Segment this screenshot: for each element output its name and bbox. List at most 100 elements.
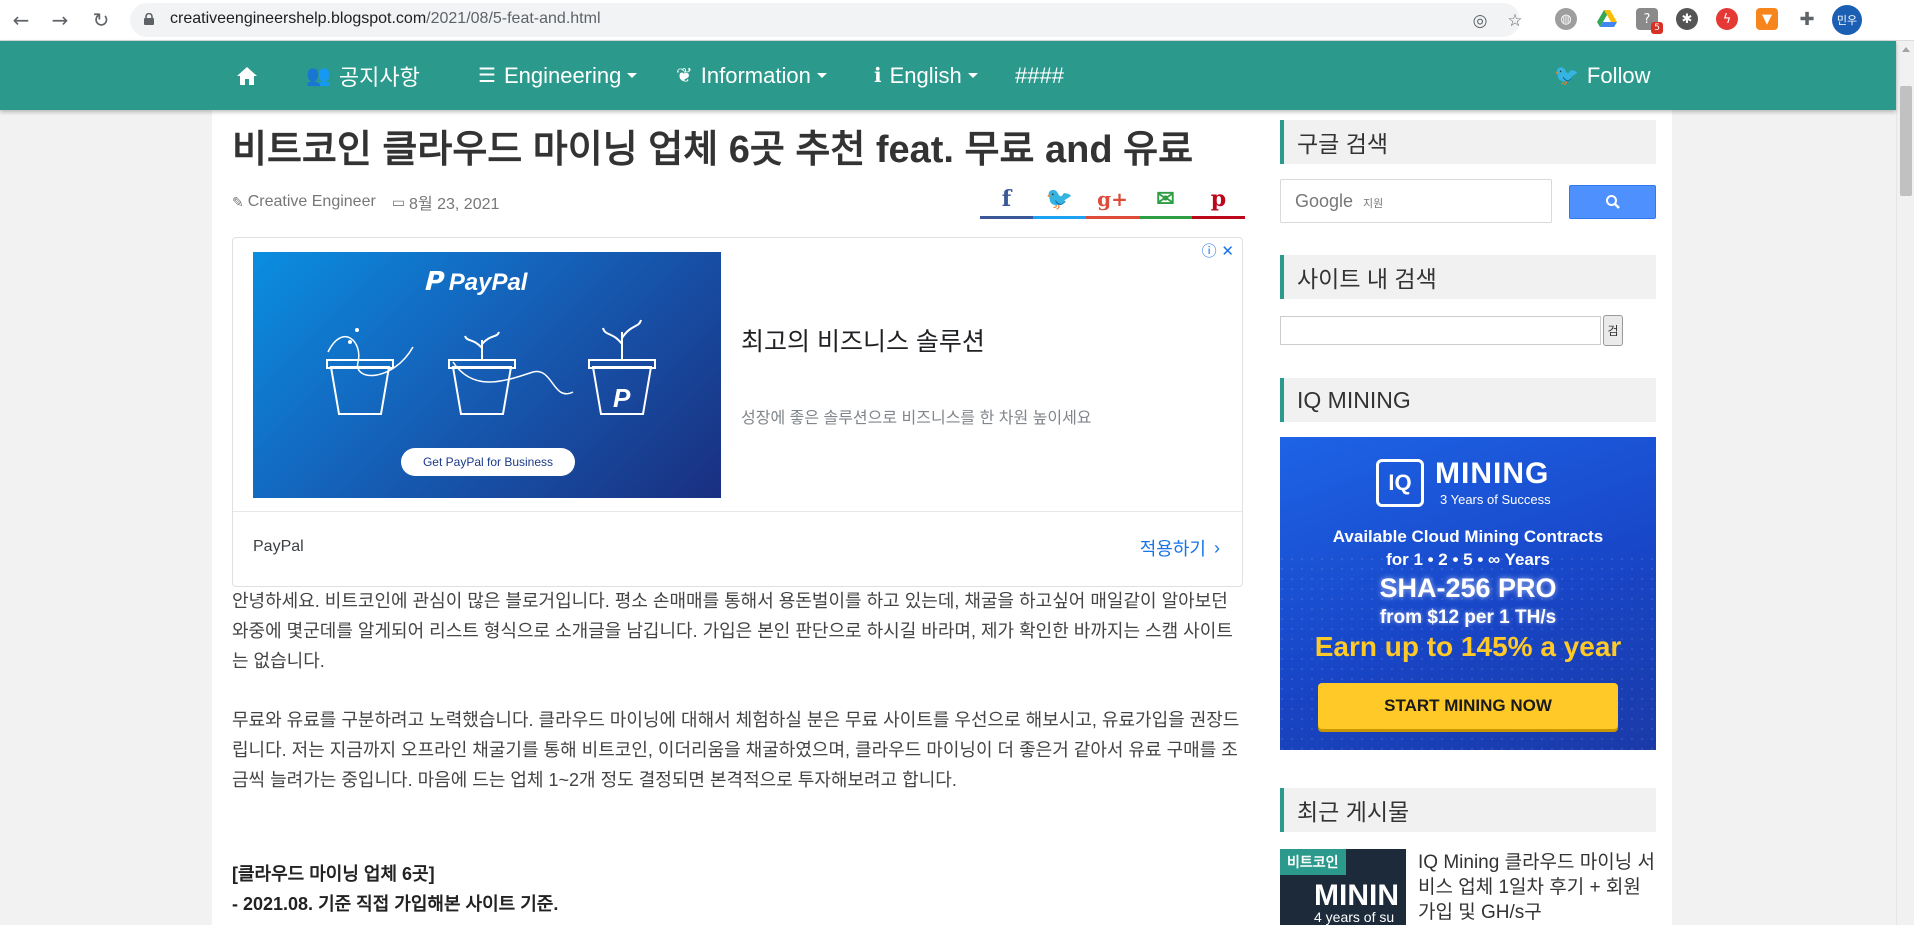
puzzle-extensions-icon[interactable]: ✚ (1796, 8, 1818, 30)
recent-post-tag[interactable]: 비트코인 (1280, 849, 1346, 875)
globe-extension-icon[interactable]: ◍ (1555, 8, 1577, 30)
flash-extension-icon[interactable]: ϟ (1716, 8, 1738, 30)
recent-post-thumbnail[interactable]: MININ 4 years of su 비트코인 (1280, 849, 1406, 925)
google-logo-sub: 지원 (1363, 197, 1384, 210)
reload-icon: ↻ (92, 8, 110, 32)
share-email-button[interactable]: ✉ (1139, 178, 1192, 219)
ad-description[interactable]: 성장에 좋은 솔루션으로 비즈니스를 한 차원 높이세요 (741, 404, 1092, 428)
nav-notice-label: 공지사항 (338, 64, 420, 90)
url-text: creativeengineershelp.blogspot.com/2021/… (170, 10, 601, 27)
iq-contracts-line: Available Cloud Mining Contracts (1332, 527, 1604, 546)
ad-cta-label: 적용하기 (1139, 539, 1206, 559)
google-drive-icon[interactable] (1596, 8, 1618, 30)
post-paragraph-1: 안녕하세요. 비트코인에 관심이 많은 블로거입니다. 평소 손매매를 통해서 … (232, 591, 1233, 671)
chevron-right-icon: › (1214, 537, 1220, 558)
thumb-text: MININ (1314, 879, 1399, 912)
iq-logo: IQ (1376, 459, 1424, 507)
info-icon: ℹ (874, 65, 882, 87)
share-facebook-button[interactable]: f (980, 178, 1033, 219)
star-icon[interactable]: ☆ (1505, 11, 1525, 31)
svg-text:P: P (613, 383, 631, 413)
nav-english-label: English (889, 62, 962, 88)
google-search-input[interactable]: Google 지원 (1280, 179, 1552, 223)
iq-years-line: for 1 • 2 • 5 • ∞ Years (1386, 550, 1550, 569)
users-icon: 👥 (306, 65, 331, 87)
bars-icon: ☰ (478, 65, 496, 87)
nav-engineering-label: Engineering (503, 62, 622, 88)
ad-banner-image[interactable]: 𝗣 PayPal P Get PayPal for Business (253, 252, 721, 498)
share-googleplus-button[interactable]: g+ (1086, 178, 1139, 219)
twitter-icon: 🐦 (1554, 65, 1579, 87)
get-paypal-button[interactable]: Get PayPal for Business (401, 448, 575, 476)
envelope-icon: ✉ (1156, 185, 1175, 212)
recent-post-title[interactable]: IQ Mining 클라우드 마이닝 서비스 업체 1일차 후기 + 회원가입 … (1418, 850, 1658, 925)
nav-english[interactable]: ℹ English (874, 41, 978, 110)
caret-down-icon (967, 73, 978, 78)
widget-title-iq-mining: IQ MINING (1280, 378, 1656, 422)
share-pinterest-button[interactable]: p (1192, 178, 1245, 219)
post-title: 비트코인 클라우드 마이닝 업체 6곳 추천 feat. 무료 and 유료 (232, 129, 1194, 171)
iq-earn-line: Earn up to 145% a year (1314, 631, 1622, 662)
start-mining-button[interactable]: START MINING NOW (1318, 683, 1618, 729)
caret-down-icon (627, 73, 638, 78)
scroll-thumb[interactable] (1900, 86, 1912, 196)
nav-information[interactable]: ❦ Information (676, 41, 827, 110)
arrow-right-icon: → (51, 8, 69, 32)
widget-title-site-search: 사이트 내 검색 (1280, 255, 1656, 299)
extension-badge: 5 (1651, 22, 1663, 34)
nav-hash-label: #### (1015, 62, 1064, 88)
iq-mining-banner[interactable]: IQ MINING 3 Years of Success Available C… (1280, 437, 1656, 750)
thumb-subtext: 4 years of su (1314, 909, 1395, 925)
browser-toolbar: ← → ↻ creativeengineershelp.blogspot.com… (0, 0, 1914, 41)
back-button[interactable]: ← (6, 6, 36, 34)
google-search-button[interactable] (1569, 185, 1656, 219)
nav-notice[interactable]: 👥 공지사항 (306, 41, 420, 110)
search-icon (1605, 195, 1620, 209)
share-twitter-button[interactable]: 🐦 (1033, 178, 1086, 219)
metamask-fox-icon[interactable]: ▼ (1756, 8, 1778, 30)
site-navbar: 👥 공지사항 ☰ Engineering ❦ Information ℹ Eng… (0, 41, 1896, 110)
eye-off-icon[interactable]: ◎ (1470, 11, 1490, 31)
post-paragraph-2: 무료와 유료를 구분하려고 노력했습니다. 클라우드 마이닝에 대해서 체험하실… (232, 710, 1240, 790)
post-date: 8월 23, 2021 (409, 196, 500, 213)
scroll-up-icon[interactable] (1902, 47, 1910, 52)
site-search-input[interactable] (1280, 316, 1601, 345)
post-meta: ✎ Creative Engineer ▭ 8월 23, 2021 (232, 190, 499, 214)
nav-information-label: Information (700, 62, 811, 88)
post-subheading: [클라우드 마이닝 업체 6곳] (232, 864, 435, 884)
google-logo: Google (1295, 191, 1354, 211)
home-icon (237, 66, 257, 85)
widget-title-recent-posts: 최근 게시물 (1280, 788, 1656, 832)
facebook-icon: f (1001, 185, 1012, 212)
pinterest-icon: p (1210, 185, 1227, 212)
google-plus-icon: g+ (1097, 186, 1128, 211)
nav-home[interactable] (236, 41, 258, 110)
ad-choices-icon[interactable]: ⓘ ✕ (1202, 240, 1234, 261)
iq-price-line: from $12 per 1 TH/s (1379, 607, 1557, 628)
site-search-button[interactable]: 검 (1603, 315, 1623, 346)
iq-sha-line: SHA-256 PRO (1379, 573, 1557, 603)
post-author[interactable]: Creative Engineer (248, 193, 376, 211)
arrow-left-icon: ← (12, 8, 30, 32)
forward-button[interactable]: → (45, 6, 75, 34)
paypal-ad[interactable]: 𝗣 PayPal P Get PayPal for Business ⓘ ✕ 최… (232, 237, 1243, 587)
nav-follow[interactable]: 🐦 Follow (1554, 41, 1650, 110)
nav-follow-label: Follow (1586, 62, 1651, 88)
page-scrollbar[interactable] (1896, 41, 1914, 925)
iq-brand: MINING (1435, 457, 1550, 490)
nav-engineering[interactable]: ☰ Engineering (478, 41, 638, 110)
nav-hash[interactable]: #### (1015, 41, 1064, 110)
profile-avatar[interactable]: 민우 (1832, 5, 1862, 35)
gear-extension-icon[interactable]: ✱ (1676, 8, 1698, 30)
reload-button[interactable]: ↻ (86, 6, 116, 34)
twitter-icon: 🐦 (1045, 185, 1074, 212)
ad-advertiser[interactable]: PayPal (253, 538, 304, 556)
leaf-icon: ❦ (676, 65, 693, 87)
post-subheading-note: - 2021.08. 기준 직접 가입해본 사이트 기준. (232, 894, 559, 914)
address-bar[interactable]: creativeengineershelp.blogspot.com/2021/… (130, 3, 1523, 37)
edit-icon: ✎ (232, 193, 244, 210)
caret-down-icon (816, 73, 827, 78)
ad-cta-button[interactable]: 적용하기 › (1140, 535, 1220, 561)
ad-headline[interactable]: 최고의 비즈니스 솔루션 (741, 322, 985, 358)
help-extension-icon[interactable]: ? 5 (1636, 8, 1663, 34)
